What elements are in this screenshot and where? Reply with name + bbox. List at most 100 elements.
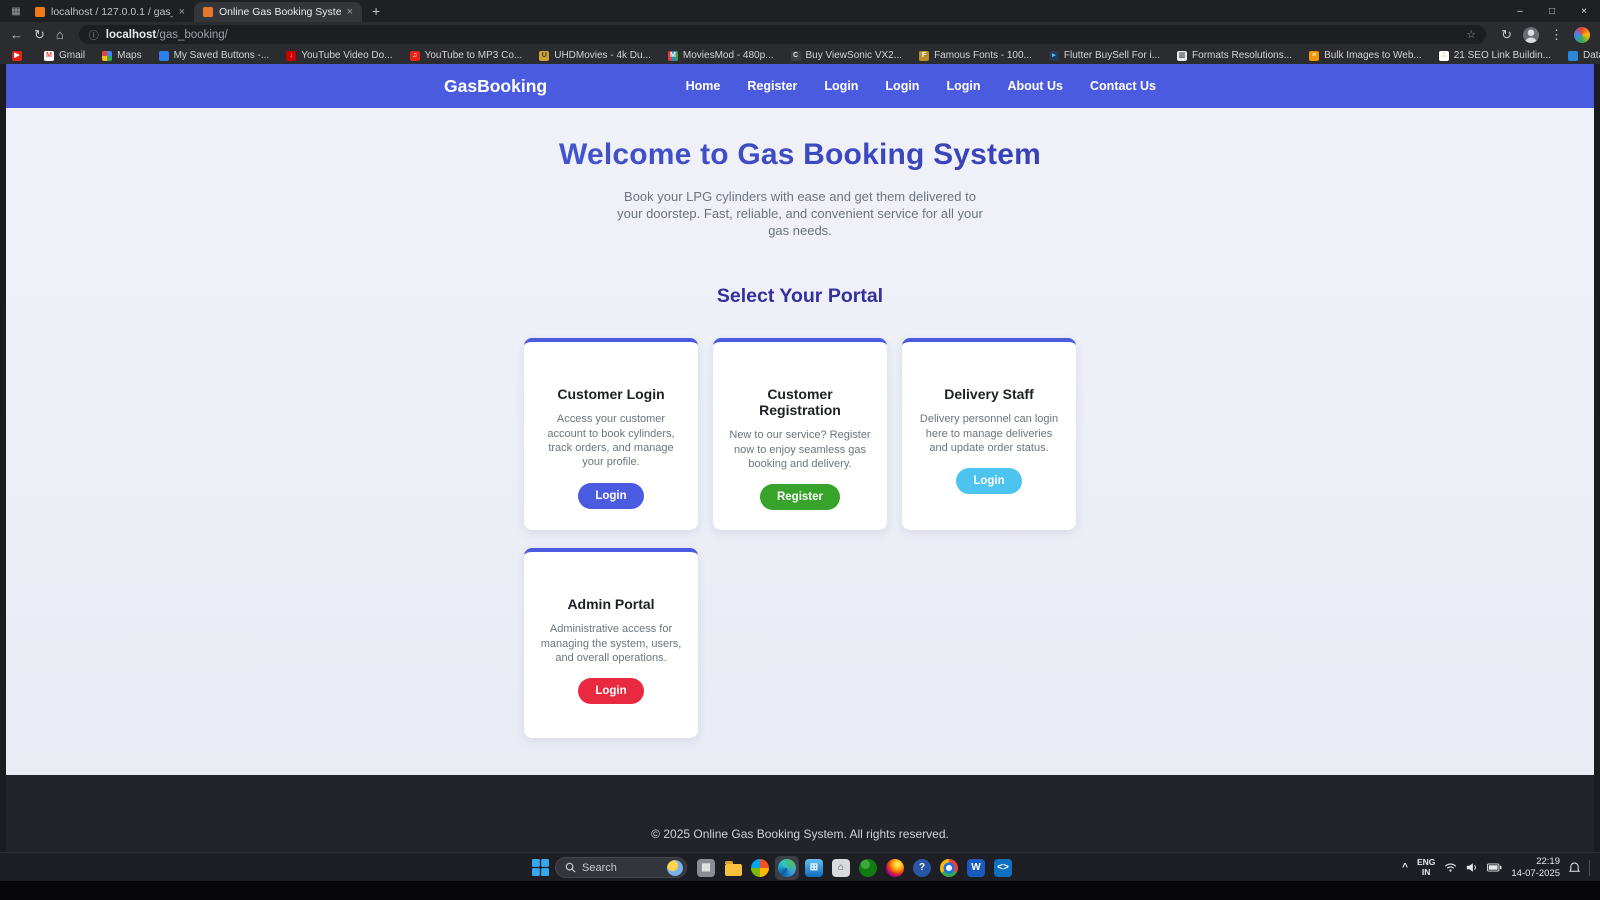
nav-link[interactable]: About Us (1007, 79, 1063, 93)
bookmark-star-icon[interactable]: ☆ (1466, 28, 1476, 41)
bookmark-label: Maps (117, 50, 141, 61)
bookmark-label: Flutter BuySell For i... (1064, 50, 1160, 61)
bookmark-label: Buy ViewSonic VX2... (806, 50, 903, 61)
gmail-icon: M (44, 51, 54, 61)
portal-heading: Select Your Portal (6, 285, 1594, 308)
card-description: New to our service? Register now to enjo… (727, 428, 873, 471)
tab-close-icon[interactable]: × (347, 6, 353, 18)
clock[interactable]: 22:19 14-07-2025 (1511, 856, 1560, 879)
minimize-button[interactable]: – (1504, 0, 1536, 22)
menu-kebab-icon[interactable]: ⋮ (1550, 28, 1563, 41)
nav-link[interactable]: Login (946, 79, 980, 93)
bookmark-item[interactable]: ♫ YouTube to MP3 Co... (410, 50, 523, 61)
bookmark-item[interactable]: U UHDMovies - 4k Du... (539, 50, 651, 61)
browser-tab[interactable]: localhost / 127.0.0.1 / gas_booki × (26, 2, 194, 22)
tab-search-icon[interactable]: ▦ (6, 6, 26, 17)
bookmark-item[interactable]: ▸ Flutter BuySell For i... (1049, 50, 1160, 61)
card-action-button[interactable]: Register (760, 484, 840, 510)
new-tab-button[interactable]: + (372, 3, 380, 19)
bookmark-label: Formats Resolutions... (1192, 50, 1292, 61)
home-icon[interactable]: ⌂ (56, 28, 64, 41)
flutter-buysell-icon: ▸ (1049, 51, 1059, 61)
close-button[interactable]: × (1568, 0, 1600, 22)
nav-link[interactable]: Login (885, 79, 919, 93)
bookmark-label: Famous Fonts - 100... (934, 50, 1032, 61)
site-footer: © 2025 Online Gas Booking System. All ri… (6, 775, 1594, 852)
show-desktop-edge[interactable] (1589, 860, 1592, 876)
xbox-icon[interactable] (856, 856, 880, 880)
taskbar-search[interactable]: Search (555, 857, 687, 878)
address-bar[interactable]: ⓘ localhost/gas_booking/ ☆ (79, 25, 1486, 44)
photos-icon[interactable] (748, 856, 772, 880)
tray-time: 22:19 (1536, 856, 1560, 867)
seo-link-building-icon: ∴ (1439, 51, 1449, 61)
tab-title: Online Gas Booking System (219, 6, 341, 18)
store-icon[interactable]: ⊞ (802, 856, 826, 880)
card-action-button[interactable]: Login (578, 483, 643, 509)
portal-card: Admin Portal Administrative access for m… (524, 548, 698, 738)
notification-bell-icon[interactable] (1569, 862, 1580, 874)
profile-avatar-icon[interactable] (1523, 27, 1539, 43)
youtube-icon: ▶ (12, 51, 22, 61)
search-widget-image (667, 860, 683, 876)
volume-icon[interactable] (1466, 862, 1478, 873)
vscode-icon[interactable]: <> (991, 856, 1015, 880)
firefox-icon[interactable] (883, 856, 907, 880)
bookmarks-bar: ▶ M Gmail Maps My Saved Buttons -... (0, 47, 1600, 64)
language-indicator[interactable]: ENG IN (1417, 858, 1435, 877)
bookmark-item[interactable]: M MoviesMod - 480p... (668, 50, 774, 61)
browser-toolbar: ← ↻ ⌂ ⓘ localhost/gas_booking/ ☆ ↻ ⋮ (0, 22, 1600, 47)
nav-link[interactable]: Register (747, 79, 797, 93)
tab-favicon-icon (35, 7, 45, 17)
browser-tab[interactable]: Online Gas Booking System × (194, 2, 362, 22)
file-explorer-icon[interactable] (721, 856, 745, 880)
wifi-icon[interactable] (1444, 862, 1457, 873)
excel-onedrive-icon (1568, 51, 1578, 61)
bookmark-item[interactable]: Maps (102, 50, 141, 61)
browser-window: ▦ localhost / 127.0.0.1 / gas_booki × On… (0, 0, 1600, 852)
start-button[interactable] (528, 856, 552, 880)
youtube-downloader-icon: ↓ (286, 51, 296, 61)
bookmark-item[interactable]: C Buy ViewSonic VX2... (791, 50, 903, 61)
famous-fonts-icon: F (919, 51, 929, 61)
hero-subtitle: Book your LPG cylinders with ease and ge… (614, 188, 986, 239)
taskbar-center: Search ▦ ⊞ (528, 853, 1015, 882)
portal-cards: Customer Login Access your customer acco… (524, 338, 1076, 738)
chrome-icon[interactable] (937, 856, 961, 880)
tray-chevron-up-icon[interactable]: ^ (1402, 862, 1408, 873)
portal-card: Customer Registration New to our service… (713, 338, 887, 530)
card-title: Customer Registration (727, 386, 873, 418)
bookmark-item[interactable]: ▶ (12, 51, 27, 61)
footer-text: © 2025 Online Gas Booking System. All ri… (651, 827, 949, 841)
card-action-button[interactable]: Login (578, 678, 643, 704)
bookmark-item[interactable]: ↓ YouTube Video Do... (286, 50, 392, 61)
account-avatar[interactable] (1574, 27, 1590, 43)
reload-icon[interactable]: ↻ (34, 28, 45, 41)
back-icon[interactable]: ← (10, 28, 23, 41)
bookmark-item[interactable]: ∴ 21 SEO Link Buildin... (1439, 50, 1551, 61)
task-view-icon[interactable]: ▦ (694, 856, 718, 880)
edge-icon[interactable] (775, 856, 799, 880)
bookmark-item[interactable]: F Famous Fonts - 100... (919, 50, 1032, 61)
bookmark-item[interactable]: My Saved Buttons -... (159, 50, 270, 61)
battery-icon[interactable] (1487, 863, 1502, 872)
tab-close-icon[interactable]: × (179, 6, 185, 18)
card-action-button[interactable]: Login (956, 468, 1021, 494)
url-path: /gas_booking/ (156, 29, 228, 41)
nav-link[interactable]: Home (686, 79, 721, 93)
maps-icon (102, 51, 112, 61)
nav-link[interactable]: Contact Us (1090, 79, 1156, 93)
bookmark-item[interactable]: ≡ Bulk Images to Web... (1309, 50, 1422, 61)
site-info-icon[interactable]: ⓘ (89, 27, 99, 42)
nav-link[interactable]: Login (824, 79, 858, 93)
portal-card: Customer Login Access your customer acco… (524, 338, 698, 530)
maximize-button[interactable]: □ (1536, 0, 1568, 22)
bookmark-item[interactable]: M Gmail (44, 50, 85, 61)
site-brand[interactable]: GasBooking (444, 76, 547, 97)
bookmark-item[interactable]: Data Base.xlsx - Mic... (1568, 50, 1600, 61)
bookmark-item[interactable]: ▥ Formats Resolutions... (1177, 50, 1292, 61)
help-icon[interactable]: ? (910, 856, 934, 880)
word-icon[interactable]: W (964, 856, 988, 880)
sync-icon[interactable]: ↻ (1501, 28, 1512, 41)
home-app-icon[interactable]: ⌂ (829, 856, 853, 880)
